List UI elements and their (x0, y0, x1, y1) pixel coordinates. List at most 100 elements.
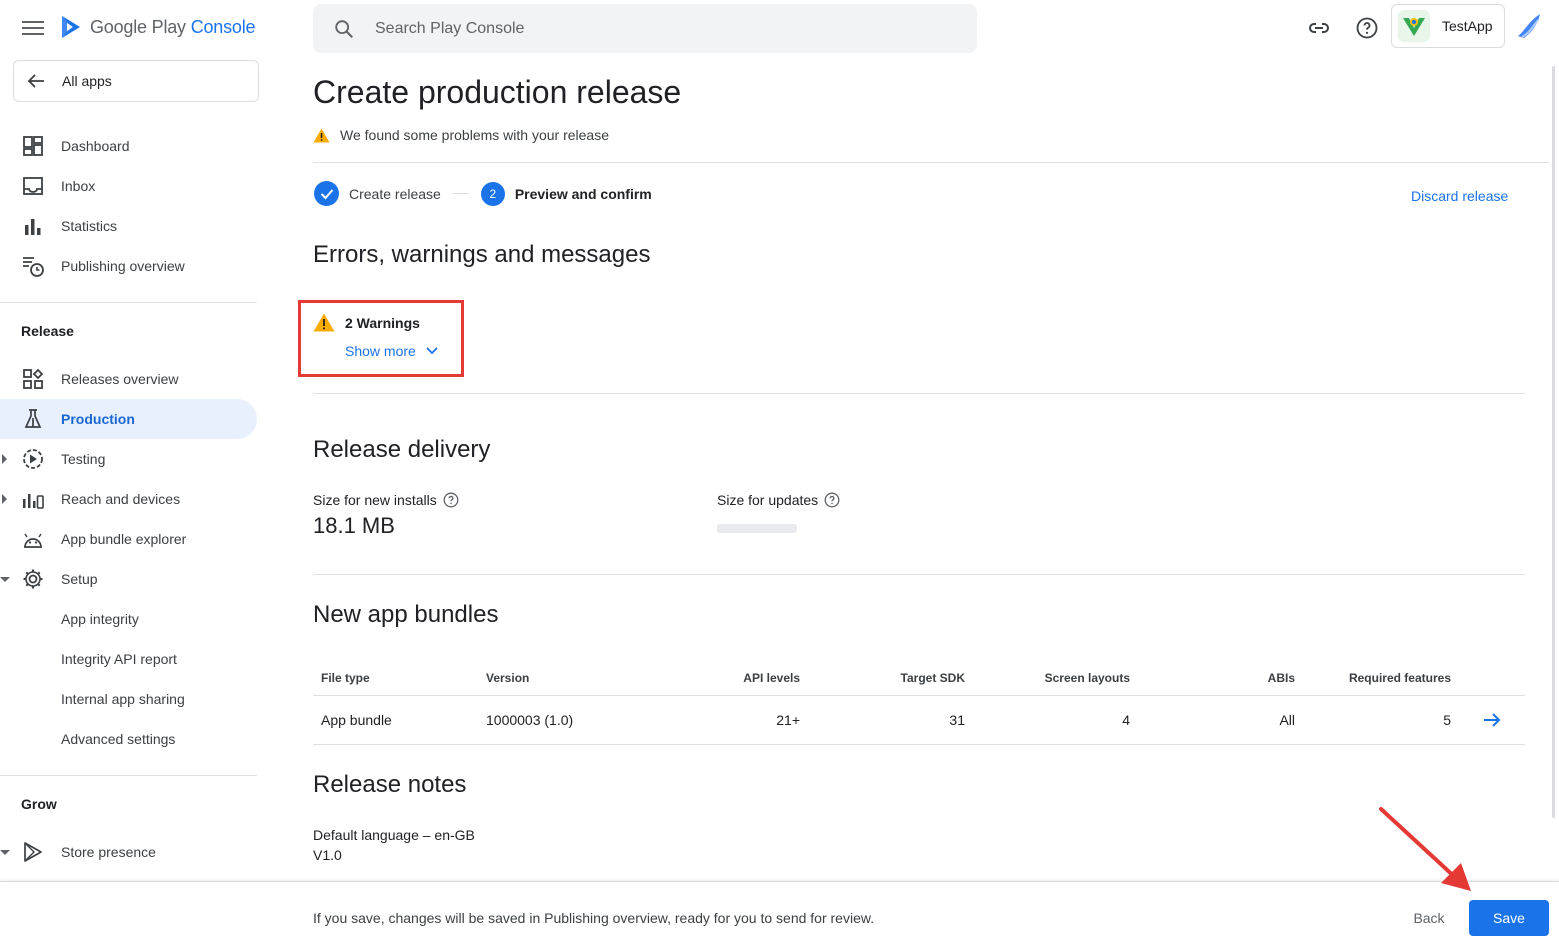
step-number-badge: 2 (480, 181, 505, 206)
arrow-back-icon (27, 74, 44, 88)
table-cell: 4 (1122, 712, 1130, 728)
section-title-grow: Grow (21, 796, 57, 812)
help-icon[interactable] (824, 492, 840, 508)
discard-release-link[interactable]: Discard release (1411, 188, 1508, 204)
sidebar-item-app-bundle-explorer[interactable]: App bundle explorer (0, 519, 257, 559)
sidebar-item-label: Integrity API report (61, 651, 177, 667)
problem-notice: We found some problems with your release (313, 127, 609, 143)
sidebar-item-releases-overview[interactable]: Releases overview (0, 359, 257, 399)
sidebar-item-label: Publishing overview (61, 258, 185, 274)
arrow-forward-icon[interactable] (1482, 710, 1502, 730)
check-icon (314, 181, 339, 206)
release-notes-language: Default language – en-GB (313, 827, 475, 843)
warnings-summary: 2 Warnings (313, 313, 420, 332)
hamburger-menu-icon[interactable] (22, 18, 44, 38)
gear-icon (22, 568, 44, 590)
sidebar-item-label: Reach and devices (61, 491, 181, 507)
annotation-arrow-icon (1379, 807, 1471, 891)
app-switcher[interactable]: TestApp (1391, 4, 1505, 48)
search-bar[interactable] (313, 4, 977, 53)
account-avatar-icon[interactable] (1514, 10, 1546, 42)
size-new-label-text: Size for new installs (313, 492, 437, 508)
sidebar-item-production[interactable]: Production (0, 399, 257, 439)
app-name: TestApp (1442, 18, 1493, 34)
section-title-release: Release (21, 323, 74, 339)
size-new-installs-label: Size for new installs (313, 492, 459, 508)
sidebar-item-label: Dashboard (61, 138, 130, 154)
table-cell: 5 (1443, 712, 1451, 728)
loading-placeholder (717, 524, 797, 533)
google-play-console-logo[interactable]: Google Play Console (58, 14, 256, 40)
scrollbar[interactable] (1552, 66, 1555, 818)
release-stepper: Create release 2 Preview and confirm (314, 181, 652, 206)
sidebar-item-label: Advanced settings (61, 731, 176, 747)
collapse-caret-icon[interactable] (0, 577, 10, 582)
table-header-divider (313, 695, 1525, 696)
all-apps-button[interactable]: All apps (13, 60, 259, 102)
bar-chart-device-icon (22, 488, 44, 510)
sidebar-item-label: Internal app sharing (61, 691, 185, 707)
sidebar-item-publishing-overview[interactable]: Publishing overview (0, 246, 257, 286)
table-cell: 21+ (776, 712, 800, 728)
errors-heading: Errors, warnings and messages (313, 241, 651, 268)
sidebar-divider (0, 302, 257, 303)
sidebar-item-integrity-api-report[interactable]: Integrity API report (0, 639, 257, 679)
problem-text: We found some problems with your release (340, 127, 609, 143)
step-preview-and-confirm: Preview and confirm (514, 185, 652, 202)
table-row-divider (313, 744, 1525, 745)
sidebar-item-testing[interactable]: Testing (0, 439, 257, 479)
sidebar-item-dashboard[interactable]: Dashboard (0, 126, 257, 166)
table-cell: 31 (949, 712, 965, 728)
table-cell: All (1279, 712, 1295, 728)
show-more-label: Show more (345, 343, 416, 359)
page-title: Create production release (313, 74, 682, 110)
search-icon (335, 19, 353, 38)
save-button[interactable]: Save (1469, 900, 1549, 936)
warning-icon (313, 128, 330, 142)
logo-text: Google Play Console (90, 16, 256, 37)
sidebar-item-label: Inbox (61, 178, 96, 194)
flask-icon (22, 408, 44, 430)
sidebar-item-inbox[interactable]: Inbox (0, 166, 257, 206)
table-cell: App bundle (321, 712, 392, 728)
android-icon (22, 528, 44, 550)
collapse-caret-icon[interactable] (0, 850, 10, 855)
help-icon[interactable] (443, 492, 459, 508)
expand-caret-icon[interactable] (2, 454, 7, 464)
sidebar-item-label: Setup (61, 571, 98, 587)
inbox-icon (22, 175, 44, 197)
link-icon[interactable] (1307, 16, 1331, 40)
step-connector (452, 193, 469, 194)
sidebar-item-label: Statistics (61, 218, 118, 234)
show-more-button[interactable]: Show more (345, 343, 438, 359)
warning-icon (313, 313, 335, 332)
step-create-release[interactable]: Create release (349, 186, 441, 202)
header-divider (313, 162, 1549, 163)
all-apps-label: All apps (62, 73, 112, 89)
app-logo-icon (1398, 10, 1430, 42)
table-cell: 1000003 (1.0) (486, 712, 574, 728)
sidebar-item-setup[interactable]: Setup (0, 559, 257, 599)
table-header: Target SDK (900, 671, 965, 685)
search-input[interactable] (375, 19, 935, 38)
size-updates-label: Size for updates (717, 492, 840, 508)
sidebar-item-reach-and-devices[interactable]: Reach and devices (0, 479, 257, 519)
sidebar-item-label: App integrity (61, 611, 139, 627)
expand-caret-icon[interactable] (2, 494, 7, 504)
play-console-icon (62, 16, 80, 38)
help-icon[interactable] (1355, 16, 1379, 40)
table-header: Required features (1348, 671, 1451, 685)
warnings-count: 2 Warnings (345, 314, 420, 331)
release-notes-heading: Release notes (313, 771, 467, 798)
back-button[interactable]: Back (1400, 901, 1458, 935)
sidebar: All apps Dashboard Inbox Statistics Publ… (0, 56, 262, 948)
sidebar-item-advanced-settings[interactable]: Advanced settings (0, 719, 257, 759)
sidebar-item-statistics[interactable]: Statistics (0, 206, 257, 246)
publishing-clock-icon (22, 255, 44, 277)
sidebar-item-internal-app-sharing[interactable]: Internal app sharing (0, 679, 257, 719)
play-outline-icon (22, 841, 44, 863)
sidebar-item-store-presence[interactable]: Store presence (0, 832, 257, 872)
section-divider (313, 393, 1525, 394)
chevron-down-icon (426, 347, 438, 355)
sidebar-item-app-integrity[interactable]: App integrity (0, 599, 257, 639)
